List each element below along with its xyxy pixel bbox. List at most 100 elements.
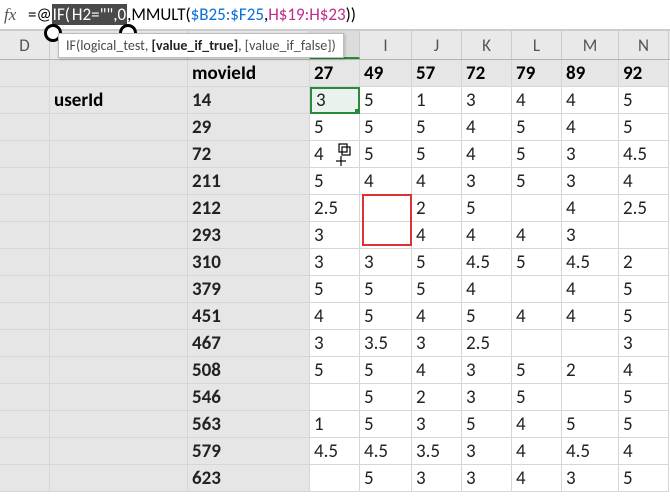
data-cell[interactable]: 3 [562, 222, 619, 249]
data-cell[interactable]: 4 [562, 303, 619, 330]
data-cell[interactable]: 4 [562, 276, 619, 303]
data-cell[interactable]: 5 [462, 303, 512, 330]
data-cell[interactable]: 5 [360, 276, 412, 303]
data-cell[interactable]: 5 [360, 303, 412, 330]
movieid-92[interactable]: 92 [619, 60, 669, 87]
userid-623[interactable]: 623 [188, 465, 310, 492]
data-cell[interactable]: 5 [462, 411, 512, 438]
data-cell[interactable]: 3 [310, 249, 360, 276]
data-cell[interactable]: 2 [412, 195, 462, 222]
movieid-57[interactable]: 57 [412, 60, 462, 87]
data-cell[interactable]: 3 [562, 168, 619, 195]
data-cell[interactable]: 3 [462, 438, 512, 465]
blank-cell[interactable] [0, 276, 50, 303]
data-cell[interactable] [310, 465, 360, 492]
data-cell[interactable]: 4 [562, 114, 619, 141]
data-cell[interactable]: 3 [412, 465, 462, 492]
data-cell[interactable]: 3 [462, 87, 512, 114]
data-cell[interactable]: 3 [619, 330, 669, 357]
data-cell[interactable]: 5 [619, 303, 669, 330]
data-cell[interactable]: 5 [619, 465, 669, 492]
blank-cell[interactable] [50, 357, 188, 384]
movieid-79[interactable]: 79 [512, 60, 562, 87]
blank-cell[interactable] [0, 87, 50, 114]
fn-name[interactable]: IF( [66, 37, 80, 54]
data-cell[interactable]: 4 [310, 303, 360, 330]
blank-cell[interactable] [50, 411, 188, 438]
col-header-D[interactable]: D [0, 31, 50, 59]
userid-72[interactable]: 72 [188, 141, 310, 168]
data-cell[interactable]: 1 [412, 87, 462, 114]
data-cell[interactable]: 2 [412, 384, 462, 411]
data-cell[interactable]: 5 [512, 357, 562, 384]
data-cell[interactable] [512, 330, 562, 357]
blank-cell[interactable] [50, 384, 188, 411]
data-cell[interactable]: 3.5 [412, 438, 462, 465]
data-cell[interactable]: 5 [619, 276, 669, 303]
data-cell[interactable]: 5 [360, 357, 412, 384]
blank-cell[interactable] [50, 249, 188, 276]
blank-cell[interactable] [0, 195, 50, 222]
data-cell[interactable] [562, 330, 619, 357]
data-cell[interactable]: 5 [360, 114, 412, 141]
data-cell[interactable]: 4 [619, 168, 669, 195]
userid-379[interactable]: 379 [188, 276, 310, 303]
data-cell[interactable]: 4 [562, 195, 619, 222]
data-cell[interactable]: 5 [619, 114, 669, 141]
col-header-J[interactable]: J [412, 31, 462, 59]
data-cell[interactable]: 4 [512, 411, 562, 438]
blank-cell[interactable] [50, 465, 188, 492]
data-cell[interactable]: 5 [360, 384, 412, 411]
data-cell[interactable]: 4.5 [462, 249, 512, 276]
data-cell[interactable]: 4.5 [562, 249, 619, 276]
data-cell[interactable]: 4 [462, 276, 512, 303]
data-cell[interactable]: 4 [462, 222, 512, 249]
data-cell[interactable] [360, 222, 412, 249]
data-cell[interactable]: 4 [619, 357, 669, 384]
userid-293[interactable]: 293 [188, 222, 310, 249]
data-cell[interactable]: 2.5 [310, 195, 360, 222]
data-cell[interactable]: 5 [562, 411, 619, 438]
blank-cell[interactable] [0, 465, 50, 492]
blank-cell[interactable] [0, 60, 50, 87]
userid-546[interactable]: 546 [188, 384, 310, 411]
data-cell[interactable]: 4 [562, 87, 619, 114]
data-cell[interactable] [619, 222, 669, 249]
fn-arg1[interactable]: logical_test [80, 37, 145, 54]
data-cell[interactable]: 5 [512, 168, 562, 195]
fn-arg2[interactable]: [value_if_true] [152, 37, 239, 54]
data-cell[interactable]: 5 [412, 114, 462, 141]
blank-cell[interactable] [0, 114, 50, 141]
data-cell[interactable]: 4 [412, 168, 462, 195]
blank-cell[interactable] [0, 330, 50, 357]
movieid-89[interactable]: 89 [562, 60, 619, 87]
userid-563[interactable]: 563 [188, 411, 310, 438]
data-cell[interactable]: 5 [512, 141, 562, 168]
col-header-M[interactable]: M [562, 31, 619, 59]
fn-arg3[interactable]: [value_if_false] [245, 37, 332, 54]
data-cell[interactable]: 3 [310, 330, 360, 357]
blank-cell[interactable] [50, 141, 188, 168]
userid-451[interactable]: 451 [188, 303, 310, 330]
data-cell[interactable]: 2 [562, 357, 619, 384]
data-cell[interactable] [310, 384, 360, 411]
data-cell[interactable]: 4.5 [310, 438, 360, 465]
blank-cell[interactable] [50, 303, 188, 330]
blank-cell[interactable] [50, 330, 188, 357]
data-cell[interactable]: 2.5 [462, 330, 512, 357]
data-cell[interactable]: 5 [619, 87, 669, 114]
blank-cell[interactable] [50, 195, 188, 222]
data-cell[interactable]: 5 [412, 276, 462, 303]
movieid-72[interactable]: 72 [462, 60, 512, 87]
formula-input[interactable]: =@IF(H2="",0,MMULT($B25:$F25,H$19:H$23)) [28, 4, 356, 25]
userid-14[interactable]: 14 [188, 87, 310, 114]
data-cell[interactable] [360, 195, 412, 222]
data-cell[interactable]: 4 [412, 303, 462, 330]
blank-cell[interactable] [50, 114, 188, 141]
blank-cell[interactable] [50, 168, 188, 195]
data-cell[interactable]: 3 [360, 249, 412, 276]
col-header-I[interactable]: I [360, 31, 412, 59]
movieid-label[interactable]: movieId [188, 60, 310, 87]
data-cell[interactable]: 1 [310, 411, 360, 438]
data-cell[interactable] [512, 195, 562, 222]
